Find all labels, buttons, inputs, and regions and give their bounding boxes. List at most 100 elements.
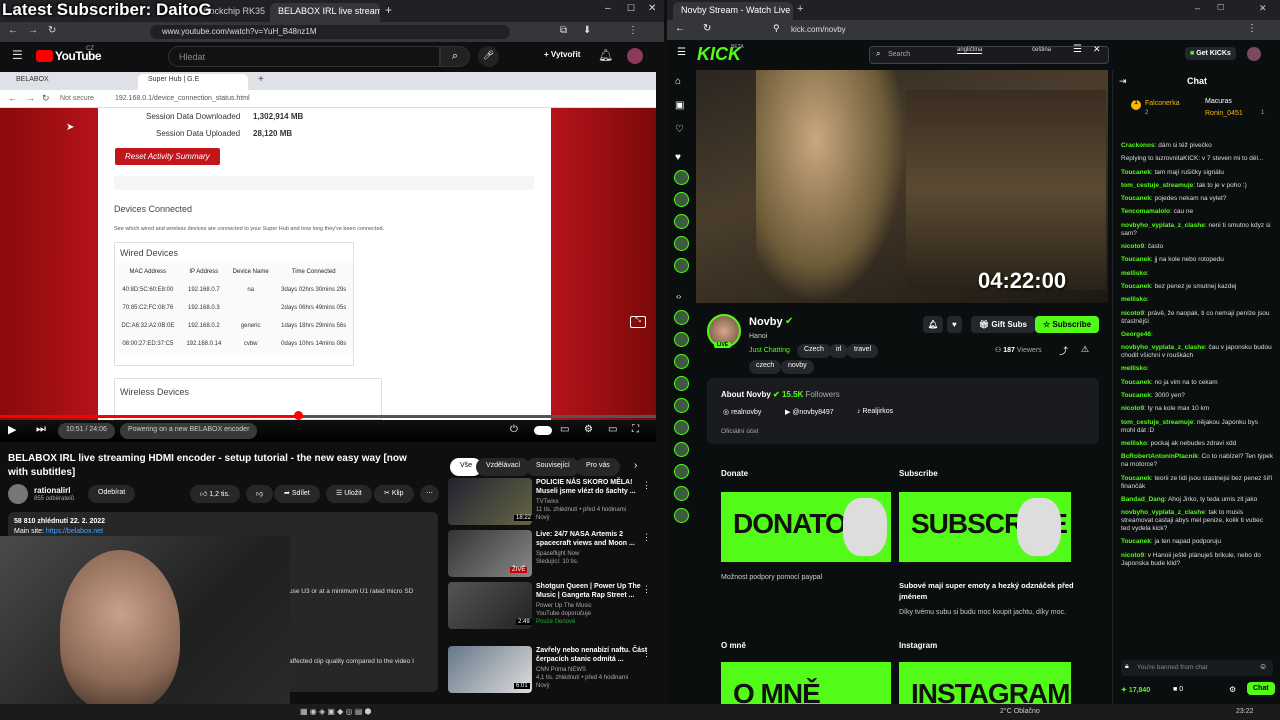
chapter-title[interactable]: Powering on a new BELABOX encoder: [120, 423, 258, 439]
streamer-name[interactable]: Novby: [749, 316, 783, 328]
recommended-channel-avatar[interactable]: [674, 398, 689, 413]
chat-username[interactable]: nicoto9: [1121, 552, 1144, 559]
chat-username[interactable]: nicoto9: [1121, 243, 1144, 250]
right-new-tab-icon[interactable]: +: [797, 3, 803, 15]
search-button-icon[interactable]: ⌕: [440, 46, 470, 67]
chat-username[interactable]: mellisko: [1121, 365, 1147, 372]
tag-chip[interactable]: novby: [781, 360, 814, 374]
chat-username[interactable]: novbyho_vyplata_z_clashe: [1121, 344, 1205, 351]
gifter-name[interactable]: Falconerka: [1145, 100, 1180, 107]
translate-close-icon[interactable]: ✕: [1093, 44, 1101, 55]
more-actions-icon[interactable]: ⋯: [420, 485, 439, 503]
category-link[interactable]: Just Chatting: [749, 347, 790, 354]
tag-chip[interactable]: czech: [749, 360, 782, 374]
follow-heart-icon[interactable]: ♥: [947, 316, 962, 333]
report-icon[interactable]: ⚠: [1081, 344, 1089, 355]
followed-channel-avatar[interactable]: [674, 214, 689, 229]
social-tiktok[interactable]: ♪ Realjirkos: [857, 408, 893, 415]
tag-chip[interactable]: irl: [829, 344, 849, 358]
recommended-channel-avatar[interactable]: [674, 354, 689, 369]
kick-menu-icon[interactable]: ☰: [677, 47, 686, 58]
url-field[interactable]: www.youtube.com/watch?v=YuH_B48nz1M: [150, 25, 510, 39]
translate-lang-czech[interactable]: čeština: [1032, 47, 1051, 53]
mic-icon[interactable]: 🎤︎: [478, 46, 499, 67]
about-me-banner[interactable]: O MNĚ: [721, 662, 891, 704]
right-maximize-icon[interactable]: ☐: [1217, 3, 1224, 12]
share-button[interactable]: ➦ Sdílet: [274, 485, 320, 503]
translate-lang-english[interactable]: angličtina: [957, 47, 983, 54]
right-url[interactable]: kick.com/novby: [791, 25, 846, 34]
expand-sidebar-icon[interactable]: ‹›: [676, 292, 681, 301]
gifter-name[interactable]: Macuras: [1205, 98, 1232, 105]
video-progress-bar[interactable]: [0, 415, 656, 418]
weather-widget[interactable]: 2°C Oblačno: [1000, 708, 1040, 715]
chat-username[interactable]: mellisko: [1121, 296, 1147, 303]
right-back-icon[interactable]: ←: [675, 23, 685, 34]
inner-back-icon[interactable]: ←: [8, 93, 17, 103]
reload-icon[interactable]: ↻: [48, 25, 56, 36]
emoji-icon[interactable]: ☺: [1259, 662, 1267, 671]
chip-educational[interactable]: Vzdělávací: [476, 458, 531, 476]
right-menu-icon[interactable]: ⋮: [1247, 23, 1257, 34]
recommended-channel-avatar[interactable]: [674, 486, 689, 501]
right-minimize-icon[interactable]: –: [1195, 3, 1200, 13]
youtube-logo[interactable]: YouTube: [55, 49, 102, 63]
right-site-info-icon[interactable]: ⚲: [773, 23, 780, 34]
main-site-link[interactable]: https://belabox.net: [46, 528, 103, 535]
autoplay-toggle-icon[interactable]: ⏻: [510, 424, 518, 435]
related-video[interactable]: ŽIVĚ Live: 24/7 NASA Artemis 2 spacecraf…: [448, 530, 658, 580]
video-frame[interactable]: BELABOX Super Hub | G.E + ← → ↻ Not secu…: [0, 72, 656, 420]
chat-settings-icon[interactable]: ⚙: [1229, 685, 1236, 694]
chat-username[interactable]: Toucanek: [1121, 475, 1151, 482]
chat-username[interactable]: novbyho_vyplata_z_clashe: [1121, 509, 1205, 516]
kick-user-avatar[interactable]: [1247, 47, 1261, 61]
chat-username[interactable]: Toucanek: [1121, 392, 1151, 399]
followed-channel-avatar[interactable]: [674, 258, 689, 273]
recommended-channel-avatar[interactable]: [674, 442, 689, 457]
recommended-channel-avatar[interactable]: [674, 332, 689, 347]
chip-related[interactable]: Související: [526, 458, 580, 476]
chat-username[interactable]: Toucanek: [1121, 283, 1151, 290]
close-window-icon[interactable]: ✕: [648, 3, 656, 14]
taskbar-clock[interactable]: 23:22: [1236, 708, 1254, 715]
forward-icon[interactable]: →: [28, 25, 38, 36]
back-icon[interactable]: ←: [8, 25, 18, 36]
chat-username[interactable]: Crackonos: [1121, 142, 1155, 149]
right-close-icon[interactable]: ✕: [1259, 3, 1267, 14]
inner-tab-superhub[interactable]: Super Hub | G.E: [138, 74, 248, 90]
chat-username[interactable]: Toucanek: [1121, 538, 1151, 545]
donate-banner[interactable]: DONATOSS: [721, 492, 891, 562]
tab-belabox-youtube[interactable]: BELABOX IRL live streaming HD: [270, 3, 380, 22]
reset-activity-button[interactable]: Reset Activity Summary: [115, 148, 220, 165]
youtube-search-input[interactable]: Hledat: [168, 46, 440, 67]
chat-username[interactable]: Toucanek: [1121, 256, 1151, 263]
hamburger-icon[interactable]: ☰: [12, 48, 23, 62]
kick-stream-video[interactable]: 04:22:00: [696, 70, 1108, 303]
maximize-icon[interactable]: ☐: [627, 3, 635, 14]
chat-send-button[interactable]: Chat: [1247, 682, 1275, 695]
followed-channel-avatar[interactable]: [674, 170, 689, 185]
instagram-banner[interactable]: INSTAGRAM: [899, 662, 1071, 704]
related-video[interactable]: 18:22 POLICIE NÁS SKORO MĚLA! Museli jsm…: [448, 478, 658, 528]
gifter-name[interactable]: Ronin_0451: [1205, 110, 1243, 117]
chat-username[interactable]: tom_cestuje_streamuje: [1121, 419, 1193, 426]
download-icon[interactable]: ⬇: [583, 25, 591, 36]
followed-channel-avatar[interactable]: [674, 236, 689, 251]
chat-username[interactable]: nicoto9: [1121, 405, 1144, 412]
like-button[interactable]: 👍︎ 1,2 tis.: [190, 485, 240, 503]
channel-name[interactable]: rationalirl: [34, 486, 70, 495]
theater-icon[interactable]: ▭: [608, 424, 617, 435]
new-tab-icon[interactable]: +: [385, 3, 392, 17]
recommended-channel-avatar[interactable]: [674, 376, 689, 391]
browse-icon[interactable]: ▣: [675, 100, 684, 111]
channel-avatar[interactable]: [8, 484, 28, 504]
social-instagram[interactable]: ◎ realnovby: [723, 408, 761, 416]
chat-username[interactable]: mellisko: [1121, 270, 1147, 277]
inner-url[interactable]: 192.168.0.1/device_connection_status.htm…: [115, 95, 250, 102]
recommended-channel-avatar[interactable]: [674, 464, 689, 479]
fullscreen-icon[interactable]: ⛶: [632, 424, 639, 435]
chat-username[interactable]: mellisko: [1121, 440, 1147, 447]
recommended-channel-avatar[interactable]: [674, 310, 689, 325]
minimize-icon[interactable]: –: [605, 3, 611, 14]
related-video[interactable]: 6:01 Zavřely nebo nenabízí naftu. Část č…: [448, 646, 658, 696]
